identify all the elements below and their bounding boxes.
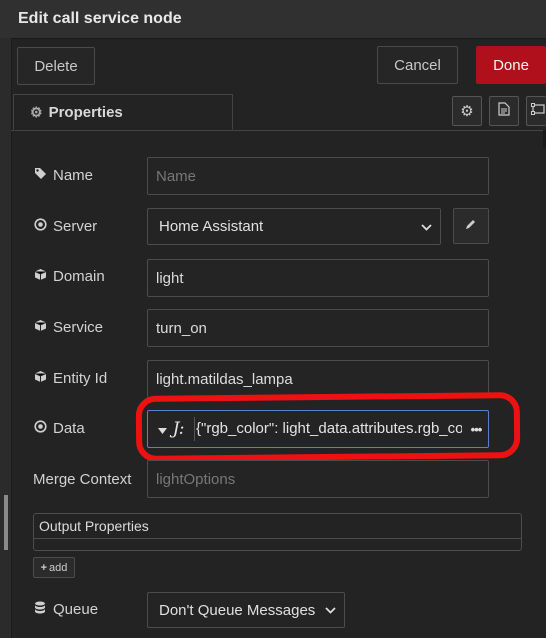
cube-icon [33, 268, 47, 284]
server-select-value: Home Assistant [159, 218, 264, 235]
service-label-text: Service [53, 318, 104, 336]
add-output-property-button[interactable]: + add [33, 557, 75, 578]
cube-icon [33, 319, 47, 335]
gear-icon: ⚙ [30, 103, 43, 120]
pencil-icon [465, 217, 477, 235]
server-label: Server [33, 216, 97, 236]
chevron-down-icon [325, 603, 336, 617]
domain-label: Domain [33, 266, 105, 286]
entity-id-label-text: Entity Id [53, 369, 108, 387]
description-tab-button[interactable] [489, 96, 519, 126]
queue-select-value: Don't Queue Messages [159, 601, 316, 619]
settings-tab-button[interactable]: ⚙ [452, 96, 482, 126]
dot-circle-icon [33, 218, 47, 234]
entity-id-label: Entity Id [33, 368, 107, 388]
name-label-text: Name [53, 166, 94, 184]
done-button[interactable]: Done [476, 46, 546, 84]
dialog-title: Edit call service node [18, 10, 182, 27]
edit-server-button[interactable] [453, 208, 489, 244]
server-label-text: Server [53, 217, 98, 235]
service-label: Service [33, 317, 103, 337]
queue-label: Queue [33, 599, 98, 619]
domain-label-text: Domain [53, 267, 105, 285]
tag-icon [33, 167, 47, 183]
output-properties-header: Output Properties [34, 514, 521, 539]
red-annotation-outline [135, 391, 521, 463]
domain-input[interactable] [147, 259, 489, 297]
data-label: Data [33, 418, 85, 438]
gear-icon: ⚙ [460, 103, 474, 120]
dot-circle-icon [33, 420, 47, 436]
queue-label-text: Queue [53, 600, 99, 618]
cube-icon [33, 370, 47, 386]
service-input[interactable] [147, 309, 489, 347]
add-button-label: add [49, 561, 68, 574]
data-label-text: Data [53, 419, 85, 437]
server-select[interactable]: Home Assistant [147, 208, 441, 245]
description-icon [498, 101, 510, 121]
queue-select[interactable]: Don't Queue Messages [147, 592, 345, 628]
cancel-button[interactable]: Cancel [377, 46, 458, 84]
delete-button[interactable]: Delete [17, 47, 95, 85]
dialog-titlebar: Edit call service node [0, 0, 546, 39]
merge-context-label: Merge Context [33, 470, 132, 488]
chevron-down-icon [421, 220, 432, 234]
database-icon [33, 601, 47, 617]
output-properties-list: Output Properties [33, 513, 522, 551]
name-input[interactable] [147, 157, 489, 195]
appearance-icon [531, 102, 545, 121]
merge-context-input[interactable] [147, 460, 489, 498]
name-label: Name [33, 165, 93, 185]
tab-properties[interactable]: ⚙ Properties [13, 94, 233, 130]
plus-icon: + [40, 561, 48, 574]
tab-properties-label: Properties [48, 103, 123, 121]
resize-handle[interactable] [4, 495, 8, 550]
appearance-tab-button[interactable] [526, 96, 546, 126]
